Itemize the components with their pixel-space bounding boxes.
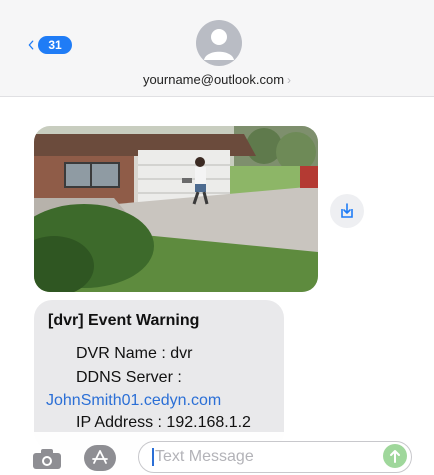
contact-name: yourname@outlook.com <box>142 72 285 87</box>
apps-button[interactable] <box>84 445 116 471</box>
message-line-dvr-name: DVR Name : dvr <box>76 345 193 362</box>
chevron-right-icon: › <box>287 73 292 87</box>
person-icon <box>204 29 234 60</box>
text-caret <box>152 448 154 466</box>
download-icon <box>341 203 353 218</box>
contact-avatar[interactable] <box>196 20 242 66</box>
back-button[interactable]: 31 <box>28 32 72 58</box>
download-button[interactable] <box>330 194 364 228</box>
message-title: [dvr] Event Warning <box>48 312 200 329</box>
chevron-left-icon <box>28 40 34 50</box>
contact-name-row[interactable]: yourname@outlook.com › <box>0 72 434 87</box>
conversation-header: 31 yourname@outlook.com › <box>0 0 434 97</box>
camera-button[interactable] <box>32 448 62 470</box>
app-store-icon <box>92 450 108 464</box>
camera-icon <box>33 449 61 469</box>
send-button[interactable] <box>383 444 407 468</box>
message-line-ip-address: IP Address : 192.168.1.2 <box>76 414 251 431</box>
send-arrow-icon <box>390 450 400 463</box>
message-line-ddns-label: DDNS Server : <box>76 369 182 386</box>
unread-badge: 31 <box>38 36 72 54</box>
camera-snapshot-image[interactable] <box>34 126 318 292</box>
message-input-placeholder: Text Message <box>155 448 254 465</box>
ddns-link[interactable]: JohnSmith01.cedyn.com <box>46 392 221 410</box>
